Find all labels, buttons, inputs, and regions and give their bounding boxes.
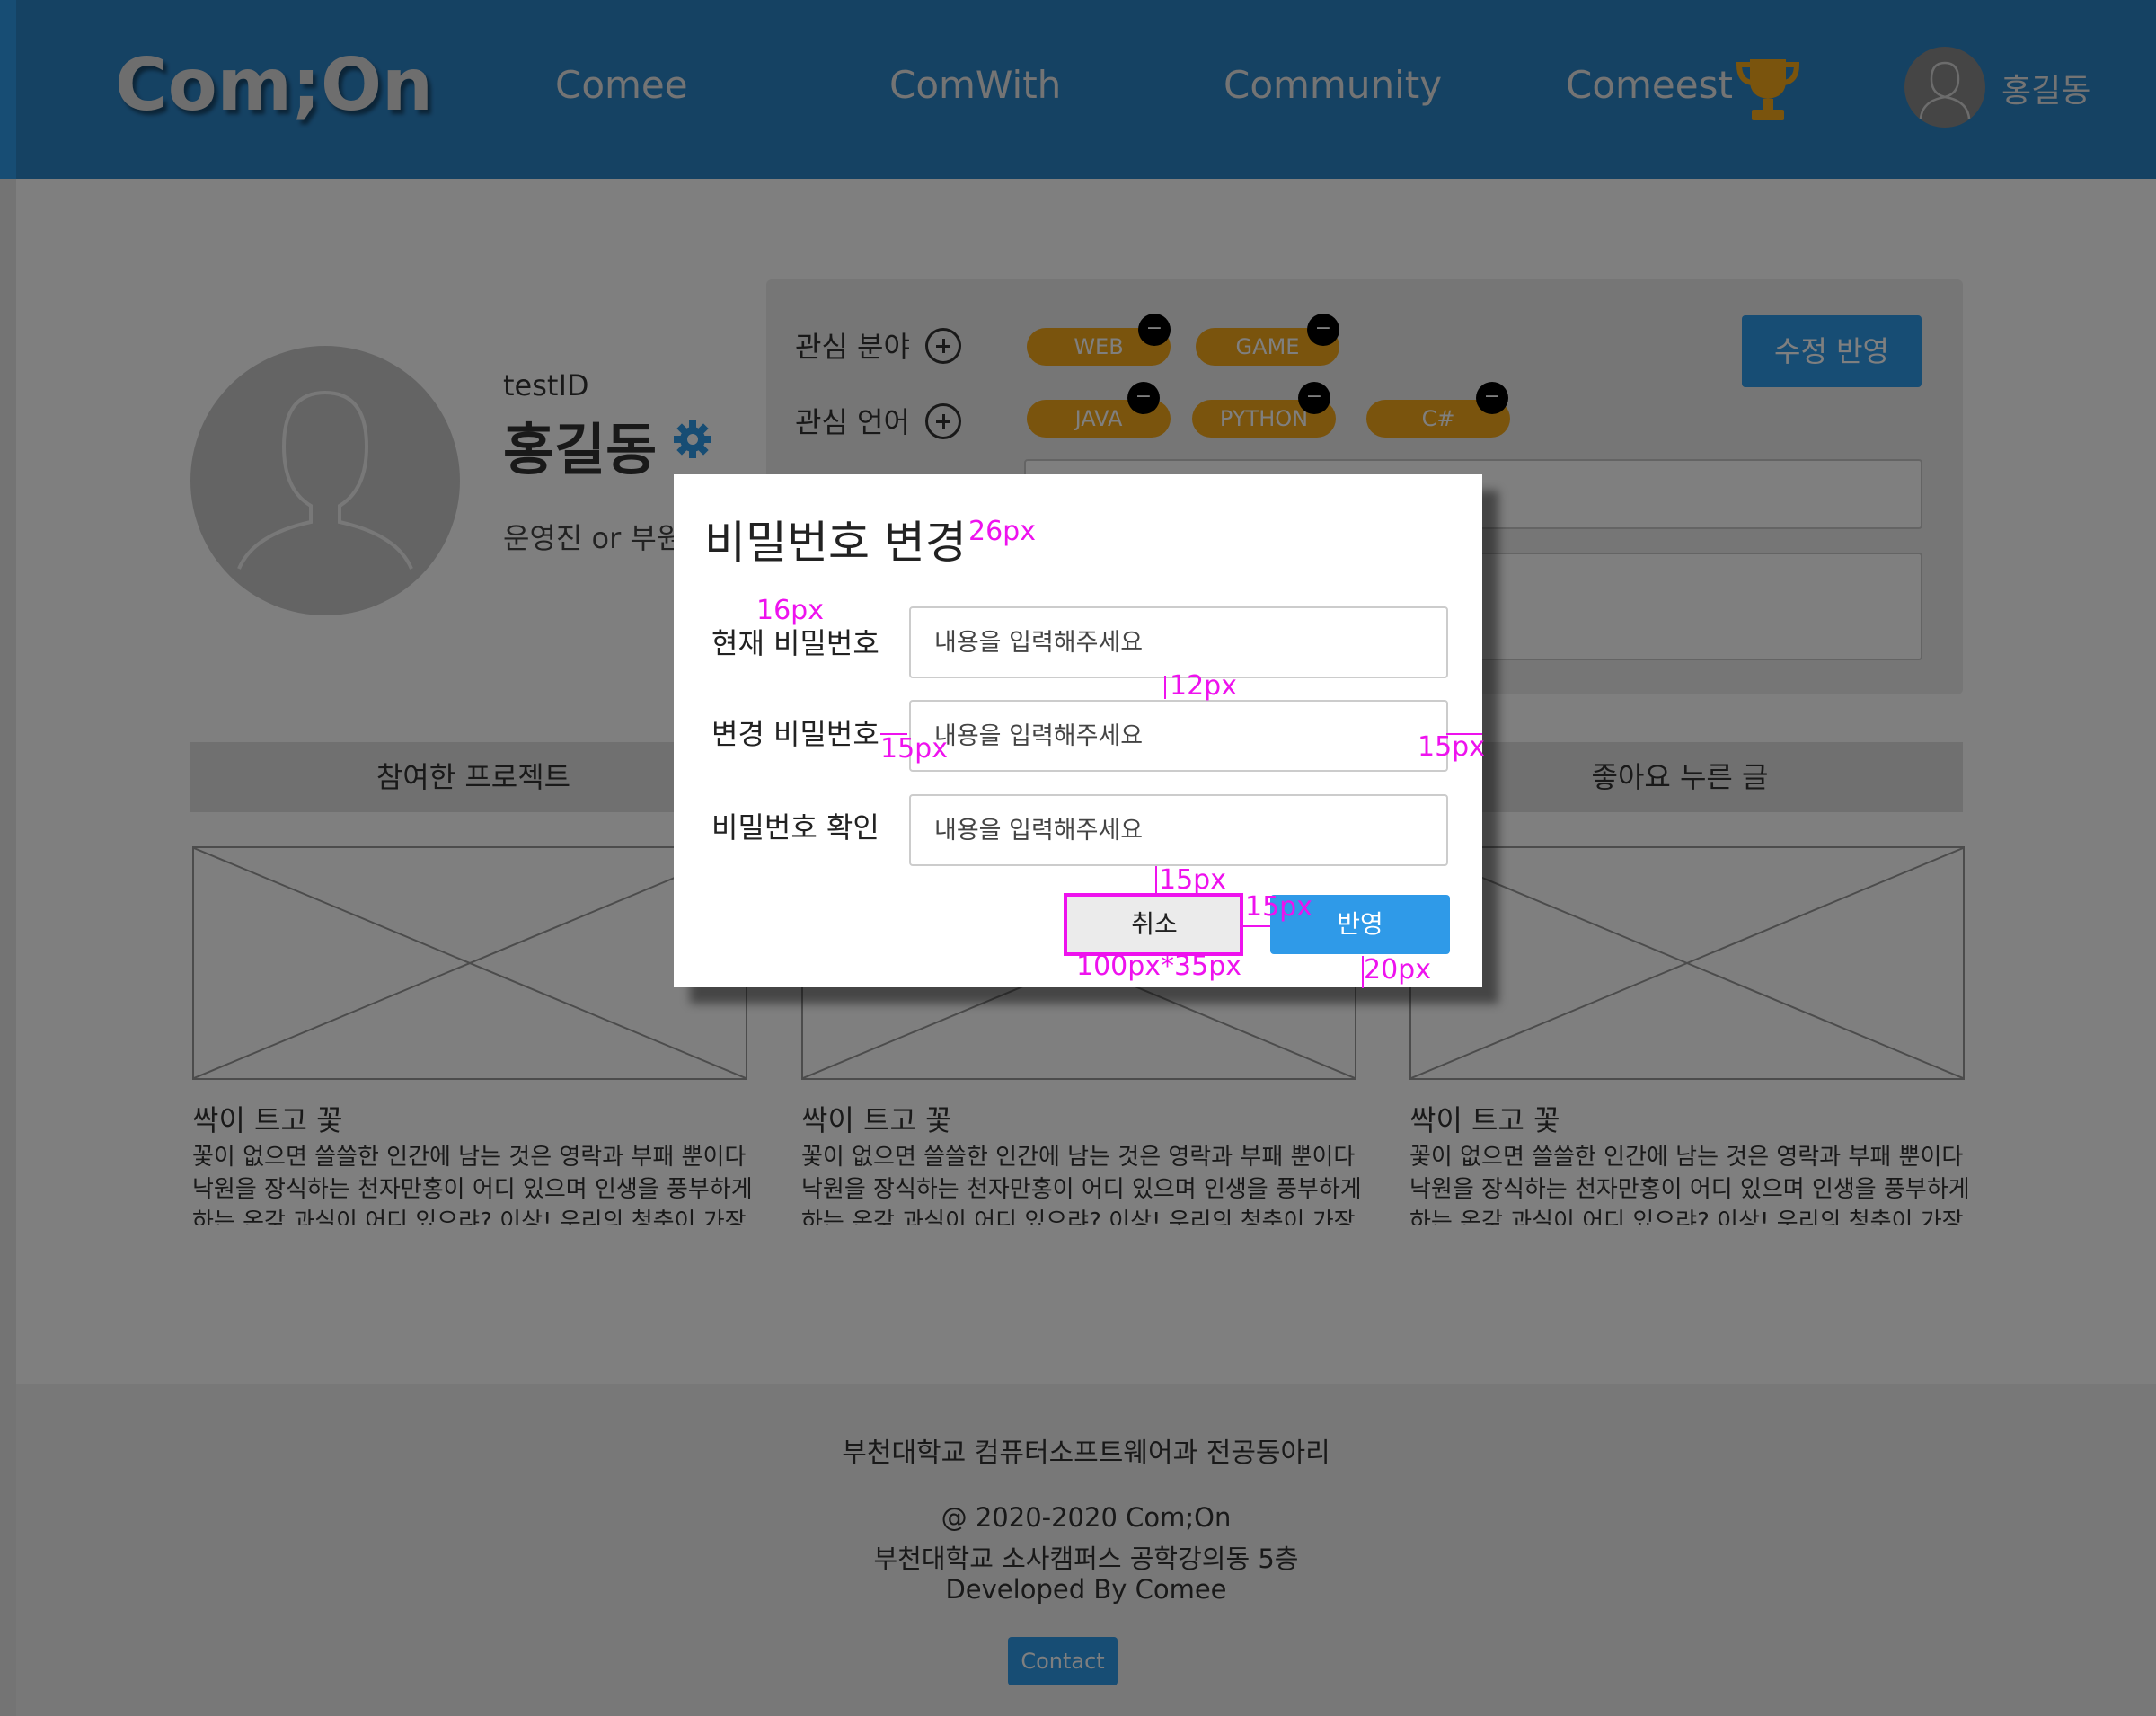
dialog-title: 비밀번호 변경 bbox=[704, 517, 967, 569]
annotation-label-input-gap: 15px bbox=[880, 733, 948, 765]
annotation-button-gap: 15px bbox=[1245, 891, 1312, 923]
annotation-arrow bbox=[1243, 925, 1270, 927]
annotation-arrow bbox=[1164, 676, 1166, 699]
confirm-password-input[interactable] bbox=[909, 794, 1448, 866]
annotation-title-size: 26px bbox=[968, 516, 1036, 547]
annotation-field-gap: 12px bbox=[1170, 670, 1237, 702]
annotation-button-size: 100px*35px bbox=[1076, 951, 1242, 982]
confirm-password-label: 비밀번호 확인 bbox=[711, 810, 879, 845]
annotation-bottom-padding: 20px bbox=[1364, 954, 1431, 986]
current-password-label: 현재 비밀번호 bbox=[711, 626, 879, 660]
annotation-arrow bbox=[1155, 866, 1157, 897]
new-password-input[interactable] bbox=[909, 700, 1448, 772]
annotation-right-padding: 15px bbox=[1418, 731, 1485, 763]
new-password-label: 변경 비밀번호 bbox=[711, 717, 879, 751]
current-password-input[interactable] bbox=[909, 606, 1448, 678]
annotation-button-top-gap: 15px bbox=[1159, 864, 1226, 896]
annotation-highlight-box bbox=[1064, 893, 1243, 956]
annotation-label-size: 16px bbox=[756, 595, 824, 626]
